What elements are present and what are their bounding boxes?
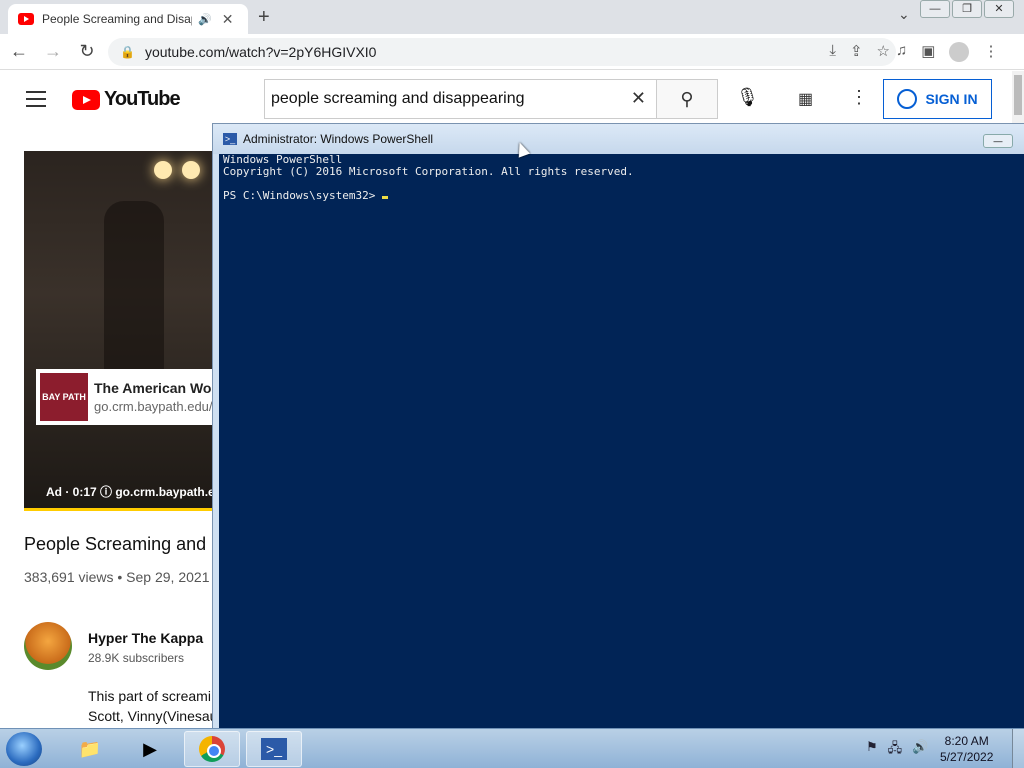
window-controls: — ❐ ✕ xyxy=(920,0,1014,18)
back-button[interactable]: ← xyxy=(4,41,34,62)
youtube-play-icon xyxy=(72,89,100,110)
system-clock[interactable]: 8:20 AM 5/27/2022 xyxy=(940,733,993,765)
restore-button[interactable]: ❐ xyxy=(952,0,982,18)
subscriber-count: 28.9K subscribers xyxy=(88,651,185,665)
ad-logo: BAY PATH xyxy=(40,373,88,421)
powershell-titlebar[interactable]: >_ Administrator: Windows PowerShell — xyxy=(213,124,1024,154)
profile-avatar[interactable] xyxy=(949,42,970,62)
start-button[interactable] xyxy=(6,732,42,766)
side-panel-icon[interactable]: ▣ xyxy=(921,42,935,62)
ad-progress-bar xyxy=(24,508,224,511)
video-title: People Screaming and D xyxy=(24,534,225,554)
explorer-taskbar-icon[interactable]: 📁 xyxy=(62,731,118,767)
ad-overlay-card[interactable]: BAY PATH The American Won go.crm.baypath… xyxy=(36,369,224,425)
video-description[interactable]: This part of screami Scott, Vinny(Vinesa… xyxy=(88,686,217,726)
close-button[interactable]: ✕ xyxy=(984,0,1014,18)
media-player-taskbar-icon[interactable]: ▶ xyxy=(122,731,178,767)
video-meta: 383,691 views • Sep 29, 2021 xyxy=(24,569,210,585)
toolbar-right: ♫ ▣ ⋮ xyxy=(896,42,998,62)
search-input[interactable] xyxy=(271,90,611,108)
omnibox-actions: ⤓ ⇪ ☆ xyxy=(829,42,890,60)
browser-toolbar: ← → ↻ 🔒 youtube.com/watch?v=2pY6HGIVXI0 … xyxy=(0,34,1024,70)
powershell-icon: >_ xyxy=(223,133,237,145)
powershell-taskbar-button[interactable]: >_ xyxy=(246,731,302,767)
prompt-line[interactable]: PS C:\Windows\system32> xyxy=(223,190,1024,202)
youtube-logo[interactable]: YouTube xyxy=(72,88,181,111)
chrome-icon xyxy=(199,736,225,762)
install-icon[interactable]: ⤓ xyxy=(829,42,836,60)
search-button[interactable]: ⚲ xyxy=(656,79,718,119)
window-title: Administrator: Windows PowerShell xyxy=(243,132,434,146)
network-icon[interactable]: 🖧 xyxy=(888,739,903,761)
bookmark-star-icon[interactable]: ☆ xyxy=(877,42,890,60)
url-text[interactable]: youtube.com/watch?v=2pY6HGIVXI0 xyxy=(145,44,377,60)
page-scrollbar[interactable] xyxy=(1012,71,1024,127)
settings-more-icon[interactable]: ⋮ xyxy=(850,87,868,108)
channel-name[interactable]: Hyper The Kappa xyxy=(88,630,203,646)
tab-audio-icon[interactable]: 🔊 xyxy=(198,13,212,26)
new-tab-button[interactable]: + xyxy=(258,6,270,29)
tab-close-icon[interactable]: ✕ xyxy=(222,11,234,28)
clock-date: 5/27/2022 xyxy=(940,750,994,764)
tab-search-icon[interactable]: ⌄ xyxy=(898,6,910,23)
sign-in-label: SIGN IN xyxy=(925,91,978,107)
search-box: ✕ xyxy=(264,79,656,119)
video-player[interactable] xyxy=(24,151,224,508)
youtube-wordmark: YouTube xyxy=(104,88,181,110)
chrome-taskbar-button[interactable] xyxy=(184,731,240,767)
hamburger-menu-icon[interactable] xyxy=(26,91,46,107)
action-center-icon[interactable]: ⚑ xyxy=(866,739,878,761)
minimize-button[interactable]: — xyxy=(983,134,1013,148)
powershell-window[interactable]: >_ Administrator: Windows PowerShell — W… xyxy=(212,123,1024,743)
lock-icon[interactable]: 🔒 xyxy=(120,45,135,59)
ad-info-bar[interactable]: Ad · 0:17 ⓘ go.crm.baypath.e xyxy=(46,483,215,500)
description-line: This part of screami xyxy=(88,688,211,704)
clock-time: 8:20 AM xyxy=(944,734,989,748)
reload-button[interactable]: ↻ xyxy=(72,41,102,62)
channel-avatar[interactable] xyxy=(24,622,72,670)
forward-button[interactable]: → xyxy=(38,41,68,62)
youtube-header: YouTube ✕ ⚲ 🎙 ▦ ⋮ SIGN IN xyxy=(0,71,1024,127)
system-tray: ⚑ 🖧 🔊 xyxy=(866,739,928,761)
ad-url[interactable]: go.crm.baypath.edu/ xyxy=(94,399,220,414)
console-line: Copyright (C) 2016 Microsoft Corporation… xyxy=(223,165,634,178)
volume-icon[interactable]: 🔊 xyxy=(912,739,928,761)
description-line: Scott, Vinny(Vinesau xyxy=(88,708,218,724)
youtube-favicon-icon xyxy=(18,13,34,25)
minimize-button[interactable]: — xyxy=(920,0,950,18)
user-circle-icon xyxy=(897,89,918,109)
sign-in-button[interactable]: SIGN IN xyxy=(883,79,992,119)
media-controls-icon[interactable]: ♫ xyxy=(896,42,907,62)
browser-tab[interactable]: People Screaming and Disap 🔊 ✕ xyxy=(8,4,248,34)
prompt-text: PS C:\Windows\system32> xyxy=(223,189,382,202)
browser-menu-icon[interactable]: ⋮ xyxy=(983,42,998,62)
taskbar: 📁 ▶ >_ ⚑ 🖧 🔊 8:20 AM 5/27/2022 xyxy=(0,728,1024,768)
text-cursor xyxy=(381,196,388,199)
share-icon[interactable]: ⇪ xyxy=(850,42,863,60)
clear-search-icon[interactable]: ✕ xyxy=(631,88,646,109)
apps-grid-icon[interactable]: ▦ xyxy=(798,89,813,109)
powershell-icon: >_ xyxy=(261,738,287,760)
ad-title[interactable]: The American Won xyxy=(94,380,220,396)
desktop: People Screaming and Disap 🔊 ✕ + ⌄ — ❐ ✕… xyxy=(0,0,1024,768)
microphone-icon[interactable]: 🎙 xyxy=(736,87,759,108)
show-desktop-button[interactable] xyxy=(1012,729,1024,768)
browser-tabstrip: People Screaming and Disap 🔊 ✕ + ⌄ — ❐ ✕ xyxy=(0,0,1024,34)
console-area[interactable]: Windows PowerShell Copyright (C) 2016 Mi… xyxy=(219,154,1024,734)
address-bar[interactable]: 🔒 youtube.com/watch?v=2pY6HGIVXI0 ⤓ ⇪ ☆ xyxy=(108,38,896,66)
tab-title: People Screaming and Disap xyxy=(42,12,192,26)
